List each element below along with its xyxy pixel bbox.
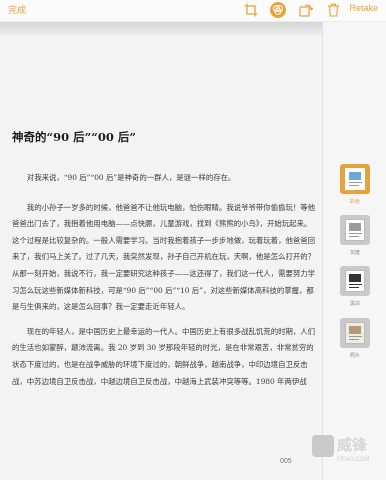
filter-icon[interactable] (270, 2, 286, 18)
page-number: 005 (280, 458, 292, 465)
paragraph: 我的小孙子一岁多的时候，他爸爸不让他玩电脑，怕伤眼睛。我说爷爷带你偷偷玩！等他爸… (12, 202, 316, 312)
filter-color-thumbnail[interactable] (340, 164, 370, 194)
retake-button[interactable]: Retake (349, 3, 378, 13)
paragraph: 对我来说，“90 后”“00 后”是神奇的一群人，是谜一样的存在。 (26, 173, 236, 182)
filter-black-white[interactable]: 黑白 (339, 266, 371, 307)
top-toolbar: 完成 Retake (0, 0, 386, 22)
filter-label: 彩色 (349, 199, 360, 205)
filter-black-white-thumbnail[interactable] (340, 266, 370, 296)
document-title: 神奇的“90 后”“00 后” (12, 130, 136, 144)
rotate-icon[interactable] (298, 2, 314, 18)
done-button[interactable]: 完成 (8, 3, 26, 16)
filter-color[interactable]: 彩色 (339, 164, 371, 205)
document-body: 对我来说，“90 后”“00 后”是神奇的一群人，是谜一样的存在。 我的小孙子一… (12, 170, 316, 390)
filter-photo[interactable]: 照片 (339, 318, 371, 359)
watermark-subtext: FENG.COM (337, 457, 370, 463)
filter-label: 照片 (349, 353, 360, 359)
filter-grayscale-thumbnail[interactable] (340, 215, 370, 245)
filter-label: 黑白 (349, 301, 360, 307)
watermark-logo-icon (312, 435, 334, 457)
filter-grayscale[interactable]: 灰度 (339, 215, 371, 256)
filter-panel: 彩色 灰度 黑白 照片 (322, 22, 386, 480)
paragraph: 现在的年轻人，是中国历史上最幸运的一代人。中国历史上有很多战乱饥荒的时期，人们的… (12, 326, 316, 386)
filter-label: 灰度 (349, 250, 360, 256)
document-page: 神奇的“90 后”“00 后” 对我来说，“90 后”“00 后”是神奇的一群人… (0, 22, 322, 480)
watermark-text: 威锋 (337, 436, 368, 454)
trash-icon[interactable] (325, 2, 341, 18)
watermark: 威锋 FENG.COM (312, 431, 382, 475)
filter-photo-thumbnail[interactable] (340, 318, 370, 348)
crop-icon[interactable] (243, 2, 259, 18)
page-shadow (0, 22, 322, 36)
